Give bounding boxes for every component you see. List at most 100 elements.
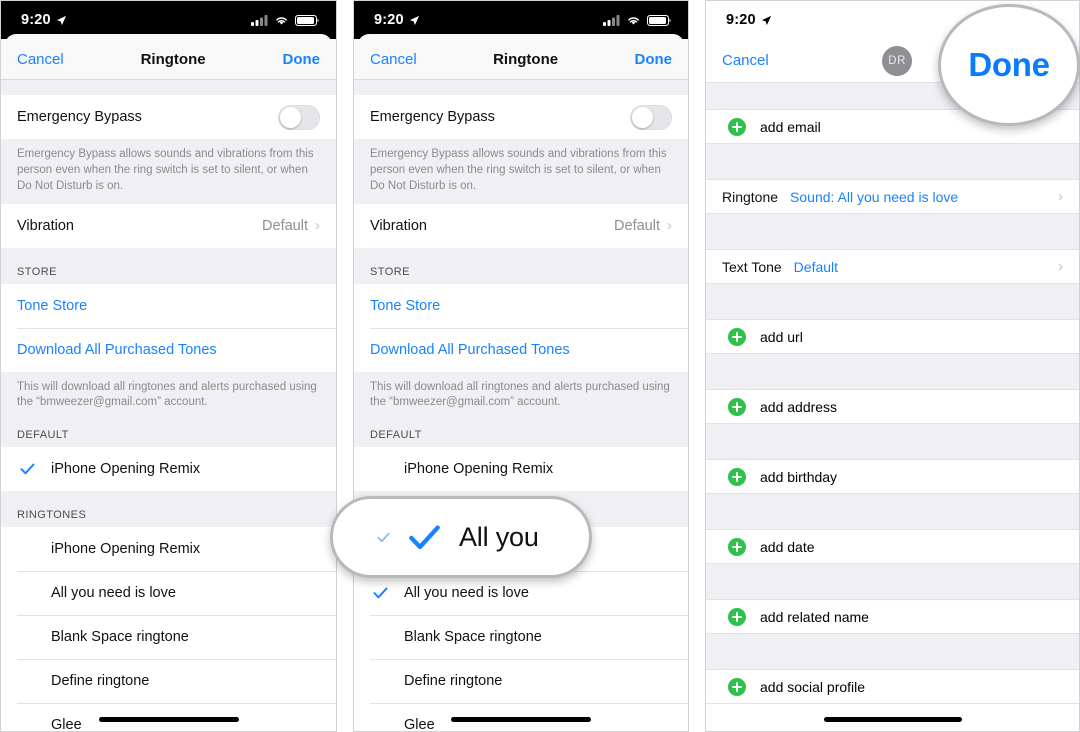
contact-field-label: Text Tone <box>722 258 782 275</box>
store-footnote: This will download all ringtones and ale… <box>354 371 688 421</box>
plus-circle-icon <box>728 607 746 626</box>
magnifier-callout-done: Done <box>938 4 1080 126</box>
contact-field-label: Ringtone <box>722 188 779 205</box>
plus-circle-icon <box>728 327 746 346</box>
contact-field-row[interactable]: Text Tone Default › <box>706 249 1079 284</box>
vibration-label: Vibration <box>17 217 74 234</box>
emergency-bypass-group: Emergency Bypass <box>354 95 688 139</box>
add-field-label: add email <box>760 118 821 135</box>
default-tone-label: iPhone Opening Remix <box>51 461 201 478</box>
download-all-purchased-tones-row[interactable]: Download All Purchased Tones <box>354 327 688 372</box>
wifi-icon <box>628 16 639 25</box>
settings-list[interactable]: Emergency Bypass Emergency Bypass allows… <box>354 80 688 732</box>
status-bar: 9:20 <box>1 1 336 48</box>
cancel-button[interactable]: Cancel <box>17 51 64 68</box>
default-tone-row[interactable]: iPhone Opening Remix <box>354 447 688 492</box>
tone-store-row[interactable]: Tone Store <box>354 283 688 328</box>
plus-circle-icon <box>728 677 746 696</box>
add-field-row[interactable]: add date <box>706 529 1079 564</box>
download-all-purchased-tones-row[interactable]: Download All Purchased Tones <box>1 327 336 372</box>
add-field-row[interactable]: add address <box>706 389 1079 424</box>
emergency-bypass-toggle[interactable] <box>630 104 672 130</box>
navigation-bar: Cancel Ringtone Done <box>354 39 688 80</box>
vibration-group: Vibration Default › <box>1 203 336 248</box>
emergency-bypass-group: Emergency Bypass <box>1 95 336 139</box>
list-gap <box>706 214 1079 249</box>
ringtone-label: Glee <box>404 717 435 732</box>
status-bar-time-group: 9:20 <box>374 12 420 28</box>
home-indicator <box>98 717 239 722</box>
default-section-header: DEFAULT <box>1 420 336 448</box>
list-gap <box>706 634 1079 669</box>
location-arrow-icon <box>409 15 419 25</box>
vibration-label: Vibration <box>370 217 427 234</box>
ringtone-row[interactable]: Blank Space ringtone <box>354 615 688 660</box>
ringtone-row[interactable]: Define ringtone <box>354 659 688 704</box>
default-section-header: DEFAULT <box>354 420 688 448</box>
tone-store-label: Tone Store <box>370 297 441 314</box>
callout-label-done: Done <box>968 46 1050 83</box>
add-field-row[interactable]: add social profile <box>706 669 1079 704</box>
ringtones-section-header: RINGTONES <box>1 491 336 528</box>
toggle-knob <box>632 106 653 128</box>
chevron-right-icon: › <box>667 217 672 235</box>
ringtone-label: All you need is love <box>51 585 176 602</box>
emergency-bypass-row[interactable]: Emergency Bypass <box>354 95 688 139</box>
ringtone-row[interactable]: Blank Space ringtone <box>1 615 336 660</box>
add-field-row[interactable]: add related name <box>706 599 1079 634</box>
vibration-value: Default <box>614 217 660 234</box>
emergency-bypass-row[interactable]: Emergency Bypass <box>1 95 336 139</box>
emergency-bypass-footnote: Emergency Bypass allows sounds and vibra… <box>354 139 688 204</box>
default-tone-label: iPhone Opening Remix <box>404 461 554 478</box>
ringtone-label: Glee <box>51 717 82 732</box>
page-title: Ringtone <box>493 50 559 68</box>
chevron-right-icon: › <box>1058 258 1063 275</box>
default-group: iPhone Opening Remix <box>1 447 336 492</box>
cancel-button[interactable]: Cancel <box>722 52 769 69</box>
home-indicator <box>451 717 591 722</box>
home-indicator <box>823 717 962 722</box>
status-bar-time: 9:20 <box>374 12 404 28</box>
contact-field-row[interactable]: Ringtone Sound: All you need is love › <box>706 179 1079 214</box>
checkmark-icon <box>373 587 388 599</box>
navigation-bar: Cancel Ringtone Done <box>1 39 336 80</box>
ringtone-row[interactable]: Define ringtone <box>1 659 336 704</box>
done-button[interactable]: Done <box>282 51 320 68</box>
chevron-right-icon: › <box>315 217 320 235</box>
add-field-label: add related name <box>760 608 869 625</box>
list-gap <box>354 80 688 95</box>
done-button[interactable]: Done <box>634 51 672 68</box>
status-bar-time: 9:20 <box>21 12 51 28</box>
vibration-value: Default <box>262 217 308 234</box>
cancel-button[interactable]: Cancel <box>370 51 417 68</box>
tone-store-row[interactable]: Tone Store <box>1 283 336 328</box>
emergency-bypass-toggle[interactable] <box>278 104 320 130</box>
battery-icon <box>647 14 671 26</box>
page-title: Ringtone <box>140 50 206 68</box>
add-field-label: add social profile <box>760 678 866 695</box>
settings-list[interactable]: Emergency Bypass Emergency Bypass allows… <box>1 80 336 732</box>
avatar[interactable]: DR <box>882 45 913 76</box>
contact-fields-list[interactable]: add email Ringtone Sound: All you need is … <box>706 83 1079 704</box>
list-gap <box>706 284 1079 319</box>
store-section-header: STORE <box>354 247 688 284</box>
toggle-knob <box>280 106 301 128</box>
add-field-label: add date <box>760 538 815 555</box>
wifi-icon <box>276 16 287 25</box>
add-field-row[interactable]: add birthday <box>706 459 1079 494</box>
location-arrow-icon <box>761 15 771 25</box>
ringtone-row[interactable]: All you need is love <box>1 571 336 616</box>
default-tone-row[interactable]: iPhone Opening Remix <box>1 447 336 492</box>
store-group: Tone Store Download All Purchased Tones <box>1 283 336 372</box>
checkmark-icon <box>377 532 390 542</box>
ringtone-row[interactable]: iPhone Opening Remix <box>1 527 336 572</box>
status-bar: 9:20 <box>354 1 688 48</box>
vibration-group: Vibration Default › <box>354 203 688 248</box>
add-field-row[interactable]: add url <box>706 319 1079 354</box>
cellular-bars-icon <box>251 14 268 26</box>
vibration-row[interactable]: Vibration Default › <box>354 203 688 248</box>
emergency-bypass-footnote: Emergency Bypass allows sounds and vibra… <box>1 139 336 204</box>
vibration-row[interactable]: Vibration Default › <box>1 203 336 248</box>
location-arrow-icon <box>56 15 66 25</box>
store-group: Tone Store Download All Purchased Tones <box>354 283 688 372</box>
